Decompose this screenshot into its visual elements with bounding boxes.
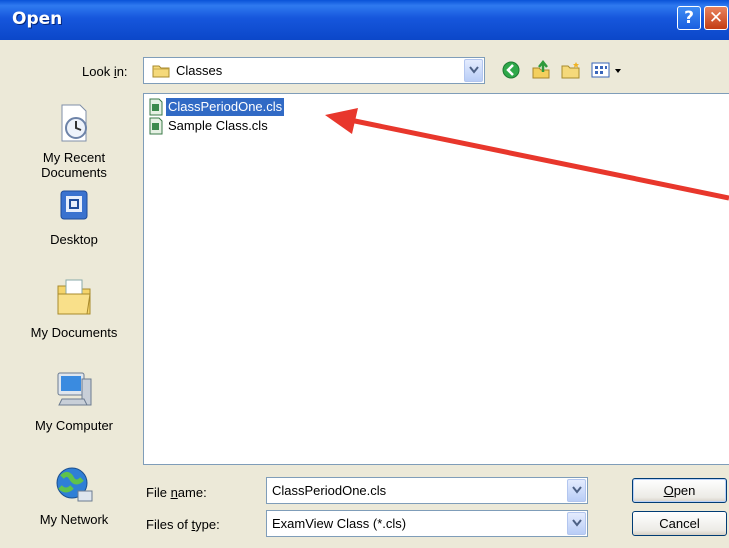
annotation-arrow <box>325 108 729 201</box>
